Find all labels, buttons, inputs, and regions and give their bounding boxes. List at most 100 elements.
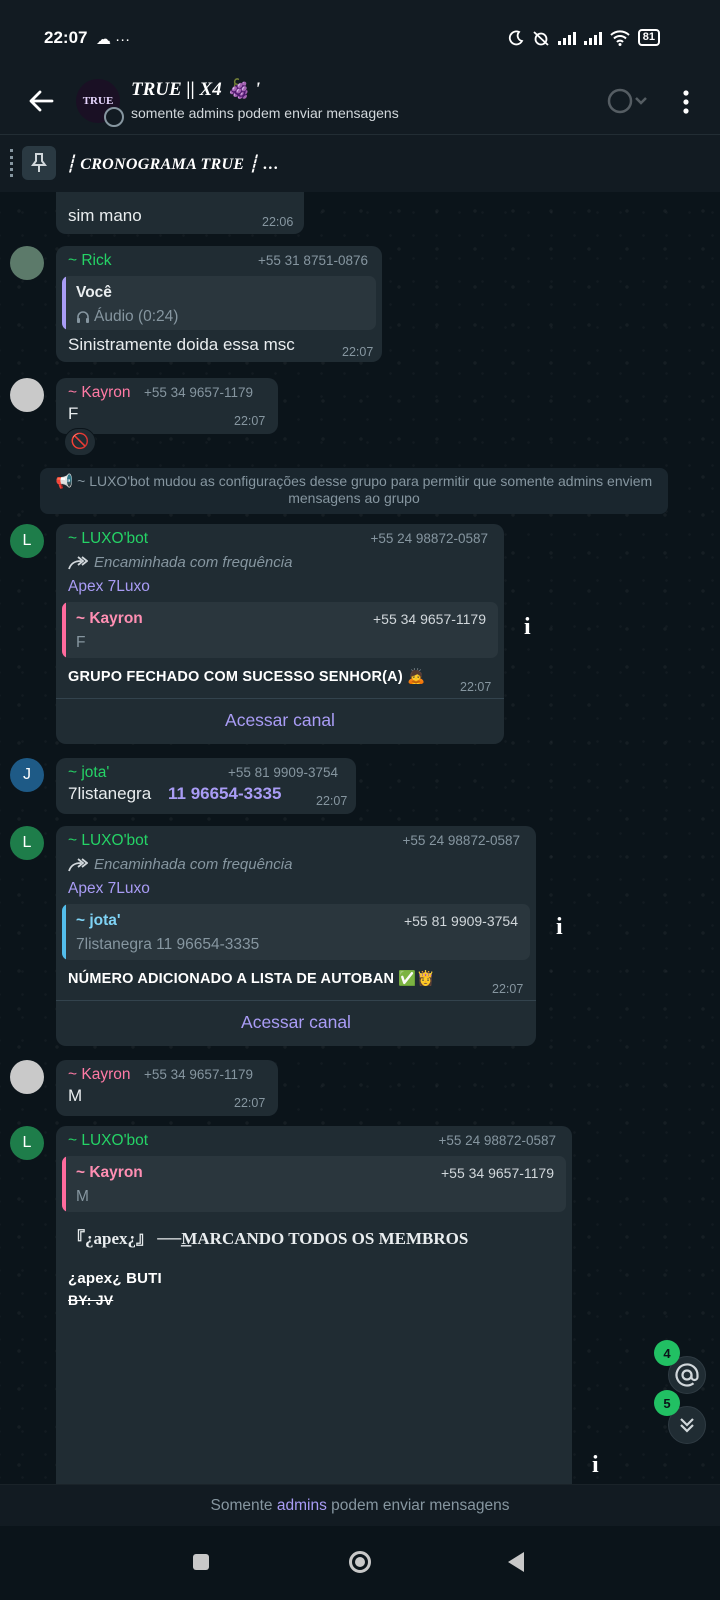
avatar-initial: L: [22, 834, 32, 851]
sender-name[interactable]: ~ LUXO'bot: [68, 1132, 148, 1150]
sender-name[interactable]: ~ Rick: [68, 252, 112, 270]
message-text: GRUPO FECHADO COM SUCESSO SENHOR(A) 🙇: [68, 669, 426, 685]
reaction-badge[interactable]: 🚫: [64, 428, 96, 456]
double-chevron-down-icon: [680, 1418, 694, 1433]
message-bubble[interactable]: ~ LUXO'bot +55 24 98872-0587 Encaminhada…: [56, 826, 536, 1046]
sender-name[interactable]: ~ LUXO'bot: [68, 832, 148, 850]
info-icon[interactable]: i: [592, 1452, 599, 1479]
quote-phone: +55 81 9909-3754: [403, 913, 518, 929]
chat-area[interactable]: sim mano 22:06 ~ Rick +55 31 8751-0876 V…: [0, 192, 720, 1484]
alarm-off-icon: [533, 30, 549, 46]
call-icon[interactable]: [606, 86, 650, 116]
forward-icon: [68, 857, 88, 871]
message-bubble[interactable]: ~ Kayron +55 34 9657-1179 M 22:07: [56, 1060, 278, 1116]
avatar-initial: L: [22, 1134, 32, 1151]
group-avatar[interactable]: TRUE: [76, 79, 124, 127]
sender-phone: +55 34 9657-1179: [144, 385, 253, 400]
forwarded-label: Encaminhada com frequência: [68, 554, 292, 571]
message-bubble[interactable]: ~ jota' +55 81 9909-3754 7listanegra 11 …: [56, 758, 356, 814]
quoted-message[interactable]: ~ Kayron +55 34 9657-1179 M: [62, 1156, 566, 1212]
sender-phone: +55 81 9909-3754: [228, 765, 338, 780]
quoted-message[interactable]: ~ jota' +55 81 9909-3754 7listanegra 11 …: [62, 904, 530, 960]
avatar[interactable]: [10, 378, 44, 412]
forwarded-text: Encaminhada com frequência: [94, 554, 293, 571]
recents-button[interactable]: [193, 1554, 209, 1570]
quote-bar: [62, 602, 66, 658]
avatar[interactable]: [10, 246, 44, 280]
forward-icon: [68, 555, 88, 569]
divider: [56, 698, 504, 699]
quoted-message[interactable]: ~ Kayron +55 34 9657-1179 F: [62, 602, 498, 658]
chat-header: TRUE TRUE || X4 🍇 ' somente admins podem…: [0, 72, 720, 134]
info-icon[interactable]: i: [556, 914, 563, 941]
sender-name[interactable]: ~ Kayron: [68, 384, 130, 402]
pinned-indicator: [10, 149, 13, 177]
sender-phone: +55 34 9657-1179: [144, 1067, 253, 1082]
admins-link[interactable]: admins: [277, 1497, 327, 1514]
message-text: M: [68, 1086, 83, 1105]
sender-phone: +55 31 8751-0876: [258, 253, 368, 268]
message-text-line2: ¿apex¿ BUTI: [68, 1270, 162, 1287]
message-text: Sinistramente doida essa msc: [68, 335, 295, 354]
quoted-message[interactable]: Você Áudio (0:24): [62, 276, 376, 330]
group-title[interactable]: TRUE || X4 🍇 ': [131, 77, 260, 101]
mentions-count-badge: 4: [654, 1340, 680, 1366]
system-message: 📢 ~ LUXO'bot mudou as configurações dess…: [40, 468, 668, 514]
quote-phone: +55 34 9657-1179: [440, 1165, 554, 1181]
unread-count-badge: 5: [654, 1390, 680, 1416]
nav-back-button[interactable]: [508, 1552, 524, 1572]
forwarded-text: Encaminhada com frequência: [94, 856, 293, 873]
back-arrow-icon[interactable]: [26, 86, 56, 116]
avatar[interactable]: L: [10, 1126, 44, 1160]
access-channel-button[interactable]: Acessar canal: [56, 1012, 536, 1033]
reaction-emoji: 🚫: [70, 433, 90, 450]
quote-sender: ~ jota': [76, 912, 121, 929]
more-options-icon[interactable]: [682, 90, 690, 114]
quote-sender: Você: [76, 284, 112, 301]
quote-text: Áudio (0:24): [94, 308, 179, 325]
message-bubble[interactable]: sim mano 22:06: [56, 192, 304, 234]
avatar[interactable]: J: [10, 758, 44, 792]
notice-suffix: podem enviar mensagens: [331, 1497, 510, 1514]
message-bubble[interactable]: ~ Kayron +55 34 9657-1179 F 22:07: [56, 378, 278, 434]
disappearing-timer-icon: [104, 107, 124, 127]
sender-name[interactable]: ~ jota': [68, 764, 109, 782]
info-icon[interactable]: i: [524, 614, 531, 641]
at-icon: [675, 1363, 699, 1387]
sender-phone: +55 24 98872-0587: [370, 531, 489, 546]
message-text-line3: BY: JV: [68, 1292, 114, 1308]
status-time: 22:07: [44, 28, 88, 47]
signal-icon-2: [583, 31, 602, 45]
pinned-message-bar[interactable]: ┊ CRONOGRAMA TRUE ┊ …: [0, 134, 720, 192]
message-bubble[interactable]: ~ Rick +55 31 8751-0876 Você Áudio (0:24…: [56, 246, 382, 362]
sender-name[interactable]: ~ Kayron: [68, 1066, 130, 1084]
access-channel-button[interactable]: Acessar canal: [56, 710, 504, 731]
pinned-text: ┊ CRONOGRAMA TRUE ┊ …: [66, 156, 280, 173]
sender-phone: +55 24 98872-0587: [402, 833, 521, 848]
status-bar: 22:07 ☁ ··· 81: [0, 0, 720, 72]
pin-icon: [22, 146, 56, 180]
avatar[interactable]: L: [10, 524, 44, 558]
avatar[interactable]: L: [10, 826, 44, 860]
quote-text: M: [76, 1188, 89, 1205]
notice-prefix: Somente: [210, 1497, 273, 1514]
message-time: 22:07: [316, 794, 348, 808]
phone-link[interactable]: 11 96654-3335: [168, 784, 281, 804]
message-time: 22:07: [234, 1096, 266, 1110]
message-bubble[interactable]: ~ LUXO'bot +55 24 98872-0587 ~ Kayron +5…: [56, 1126, 572, 1484]
divider: [56, 1000, 536, 1001]
avatar[interactable]: [10, 1060, 44, 1094]
message-bubble[interactable]: ~ LUXO'bot +55 24 98872-0587 Encaminhada…: [56, 524, 504, 744]
home-button[interactable]: [349, 1551, 371, 1573]
quote-sender: ~ Kayron: [76, 1164, 143, 1181]
quote-phone: +55 34 9657-1179: [372, 611, 486, 627]
sender-name[interactable]: ~ LUXO'bot: [68, 530, 148, 548]
group-avatar-label: TRUE: [82, 95, 114, 107]
quote-text: F: [76, 634, 86, 651]
forwarded-label: Encaminhada com frequência: [68, 856, 292, 873]
message-text: F: [68, 404, 79, 423]
channel-name[interactable]: Apex 7Luxo: [68, 578, 150, 596]
notification-icons: ☁ ···: [96, 31, 131, 48]
quote-bar: [62, 1156, 66, 1212]
channel-name[interactable]: Apex 7Luxo: [68, 880, 150, 898]
